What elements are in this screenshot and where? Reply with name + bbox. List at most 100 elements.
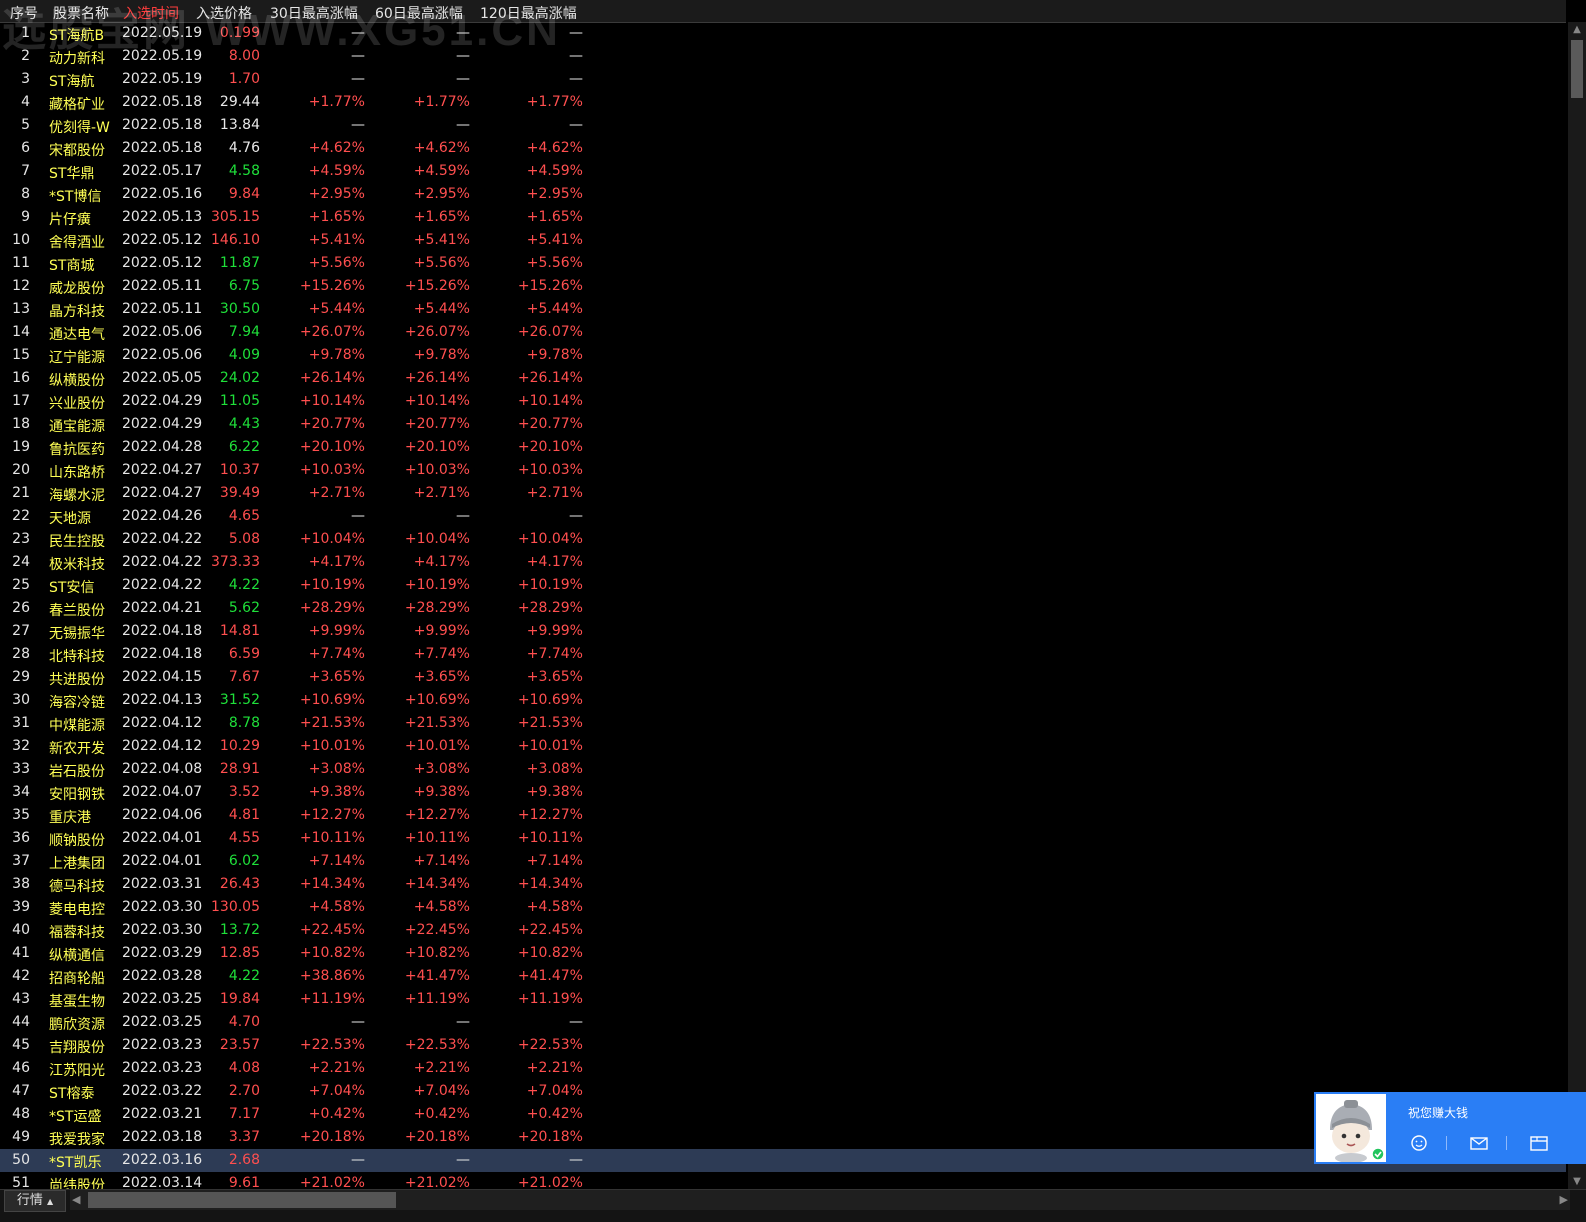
table-row[interactable]: 17 兴业股份 2022.04.29 11.05 +10.14% +10.14% +10.1… (0, 390, 1566, 413)
select-price: 12.85 (219, 945, 260, 961)
gain-120d: +5.56% (526, 255, 583, 271)
table-row[interactable]: 37 上港集团 2022.04.01 6.02 +7.14% +7.14% +7.14% (0, 850, 1566, 873)
table-row[interactable]: 11 ST商城 2022.05.12 11.87 +5.56% +5.56% +5.56% (0, 252, 1566, 275)
mail-icon[interactable] (1468, 1132, 1490, 1154)
gain-120d: +22.45% (517, 922, 583, 938)
select-price: 11.05 (219, 393, 260, 409)
header-gain-60d[interactable]: 60日最高涨幅 (375, 3, 463, 23)
gain-120d: +1.65% (526, 209, 583, 225)
gain-30d: +38.86% (299, 968, 365, 984)
table-row[interactable]: 12 威龙股份 2022.05.11 6.75 +15.26% +15.26% +15.26… (0, 275, 1566, 298)
table-row[interactable]: 35 重庆港 2022.04.06 4.81 +12.27% +12.27% +12.27% (0, 804, 1566, 827)
gain-60d: +5.56% (413, 255, 470, 271)
table-row[interactable]: 14 通达电气 2022.05.06 7.94 +26.07% +26.07% +26.07… (0, 321, 1566, 344)
table-row[interactable]: 36 顺钠股份 2022.04.01 4.55 +10.11% +10.11% +10.11… (0, 827, 1566, 850)
vertical-scrollbar[interactable]: ▲ ▼ (1568, 22, 1586, 1190)
avatar[interactable] (1316, 1094, 1386, 1163)
table-row[interactable]: 16 纵横股份 2022.05.05 24.02 +26.14% +26.14% +26.1… (0, 367, 1566, 390)
table-row[interactable]: 25 ST安信 2022.04.22 4.22 +10.19% +10.19% +10.19… (0, 574, 1566, 597)
table-row[interactable]: 32 新农开发 2022.04.12 10.29 +10.01% +10.01% +10.0… (0, 735, 1566, 758)
table-row[interactable]: 41 纵横通信 2022.03.29 12.85 +10.82% +10.82% +10.8… (0, 942, 1566, 965)
table-row[interactable]: 46 江苏阳光 2022.03.23 4.08 +2.21% +2.21% +2.21% (0, 1057, 1566, 1080)
gain-120d: +9.99% (526, 623, 583, 639)
gain-60d: +2.95% (413, 186, 470, 202)
select-price: 4.09 (228, 347, 260, 363)
gain-60d: +9.99% (413, 623, 470, 639)
table-row[interactable]: 43 基蛋生物 2022.03.25 19.84 +11.19% +11.19% +11.1… (0, 988, 1566, 1011)
gain-60d: +5.44% (413, 301, 470, 317)
gain-120d: +21.53% (517, 715, 583, 731)
header-select-price[interactable]: 入选价格 (196, 3, 252, 23)
scroll-up-icon[interactable]: ▲ (1568, 22, 1586, 38)
scroll-right-icon[interactable]: ▶ (1560, 1190, 1568, 1210)
row-index: 6 (21, 140, 30, 156)
table-row[interactable]: 26 春兰股份 2022.04.21 5.62 +28.29% +28.29% +28.29… (0, 597, 1566, 620)
stock-name: 顺钠股份 (49, 833, 105, 849)
gain-30d: +22.45% (299, 922, 365, 938)
table-row[interactable]: 38 德马科技 2022.03.31 26.43 +14.34% +14.34% +14.3… (0, 873, 1566, 896)
table-row[interactable]: 8 *ST博信 2022.05.16 9.84 +2.95% +2.95% +2.95% (0, 183, 1566, 206)
header-gain-30d[interactable]: 30日最高涨幅 (270, 3, 358, 23)
table-row[interactable]: 34 安阳钢铁 2022.04.07 3.52 +9.38% +9.38% +9.38% (0, 781, 1566, 804)
table-row[interactable]: 15 辽宁能源 2022.05.06 4.09 +9.78% +9.78% +9.78% (0, 344, 1566, 367)
gain-60d: — (456, 71, 470, 87)
table-row[interactable]: 29 共进股份 2022.04.15 7.67 +3.65% +3.65% +3.65% (0, 666, 1566, 689)
table-row[interactable]: 13 晶方科技 2022.05.11 30.50 +5.44% +5.44% +5.44% (0, 298, 1566, 321)
gain-30d: +3.08% (308, 761, 365, 777)
table-row[interactable]: 20 山东路桥 2022.04.27 10.37 +10.03% +10.03% +10.0… (0, 459, 1566, 482)
scroll-down-icon[interactable]: ▼ (1568, 1174, 1586, 1190)
calendar-icon[interactable] (1528, 1132, 1550, 1154)
header-index[interactable]: 序号 (10, 3, 38, 23)
table-row[interactable]: 5 优刻得-W 2022.05.18 13.84— — — (0, 114, 1566, 137)
table-row[interactable]: 39 菱电电控 2022.03.30 130.05 +4.58% +4.58% +4.58% (0, 896, 1566, 919)
header-stock-name[interactable]: 股票名称 (53, 3, 109, 23)
table-row[interactable]: 22 天地源 2022.04.26 4.65— — — (0, 505, 1566, 528)
table-row[interactable]: 42 招商轮船 2022.03.28 4.22 +38.86% +41.47% +41.47… (0, 965, 1566, 988)
table-row[interactable]: 2 动力新科 2022.05.19 8.00— — — (0, 45, 1566, 68)
row-index: 28 (12, 646, 30, 662)
table-row[interactable]: 24 极米科技 2022.04.22 373.33 +4.17% +4.17% +4.17% (0, 551, 1566, 574)
stock-name: 纵横通信 (49, 948, 105, 964)
row-index: 3 (21, 71, 30, 87)
table-row[interactable]: 19 鲁抗医药 2022.04.28 6.22 +20.10% +20.10% +20.10… (0, 436, 1566, 459)
select-price: 5.62 (228, 600, 260, 616)
table-row[interactable]: 33 岩石股份 2022.04.08 28.91 +3.08% +3.08% +3.08% (0, 758, 1566, 781)
header-select-time[interactable]: 入选时间 (123, 3, 179, 23)
stock-name: 海容冷链 (49, 695, 105, 711)
table-row[interactable]: 23 民生控股 2022.04.22 5.08 +10.04% +10.04% +10.04… (0, 528, 1566, 551)
table-row[interactable]: 40 福蓉科技 2022.03.30 13.72 +22.45% +22.45% +22.4… (0, 919, 1566, 942)
table-row[interactable]: 45 吉翔股份 2022.03.23 23.57 +22.53% +22.53% +22.5… (0, 1034, 1566, 1057)
gain-30d: +22.53% (299, 1037, 365, 1053)
table-row[interactable]: 4 藏格矿业 2022.05.18 29.44 +1.77% +1.77% +1.77% (0, 91, 1566, 114)
select-price: 2.70 (228, 1083, 260, 1099)
gain-60d: +10.04% (404, 531, 470, 547)
row-index: 24 (12, 554, 30, 570)
table-row[interactable]: 21 海螺水泥 2022.04.27 39.49 +2.71% +2.71% +2.71% (0, 482, 1566, 505)
table-row[interactable]: 31 中煤能源 2022.04.12 8.78 +21.53% +21.53% +21.53… (0, 712, 1566, 735)
select-price: 4.43 (228, 416, 260, 432)
vertical-scroll-thumb[interactable] (1571, 40, 1583, 98)
table-row[interactable]: 3 ST海航 2022.05.19 1.70— — — (0, 68, 1566, 91)
table-row[interactable]: 30 海容冷链 2022.04.13 31.52 +10.69% +10.69% +10.6… (0, 689, 1566, 712)
gain-30d: +5.41% (308, 232, 365, 248)
scroll-left-icon[interactable]: ◀ (72, 1190, 80, 1210)
select-price: 11.87 (219, 255, 260, 271)
table-row[interactable]: 7 ST华鼎 2022.05.17 4.58 +4.59% +4.59% +4.59% (0, 160, 1566, 183)
smile-icon[interactable] (1408, 1132, 1430, 1154)
table-row[interactable]: 27 无锡振华 2022.04.18 14.81 +9.99% +9.99% +9.99% (0, 620, 1566, 643)
table-row[interactable]: 10 舍得酒业 2022.05.12 146.10 +5.41% +5.41% +5.41% (0, 229, 1566, 252)
horizontal-scroll-thumb[interactable] (88, 1192, 396, 1208)
table-row[interactable]: 6 宋都股份 2022.05.18 4.76 +4.62% +4.62% +4.62% (0, 137, 1566, 160)
header-gain-120d[interactable]: 120日最高涨幅 (480, 3, 577, 23)
table-row[interactable]: 1 ST海航B 2022.05.19 0.199— — — (0, 22, 1566, 45)
gain-120d: +14.34% (517, 876, 583, 892)
table-row[interactable]: 44 鹏欣资源 2022.03.25 4.70— — — (0, 1011, 1566, 1034)
gain-120d: +10.69% (517, 692, 583, 708)
table-row[interactable]: 18 通宝能源 2022.04.29 4.43 +20.77% +20.77% +20.77… (0, 413, 1566, 436)
table-row[interactable]: 28 北特科技 2022.04.18 6.59 +7.74% +7.74% +7.74% (0, 643, 1566, 666)
table-row[interactable]: 9 片仔癀 2022.05.13 305.15 +1.65% +1.65% +1.65% (0, 206, 1566, 229)
market-tab[interactable]: 行情 ▲ (4, 1190, 66, 1212)
gain-60d: +7.14% (413, 853, 470, 869)
horizontal-scrollbar[interactable]: ◀ ▶ (70, 1190, 1570, 1210)
row-index: 42 (12, 968, 30, 984)
